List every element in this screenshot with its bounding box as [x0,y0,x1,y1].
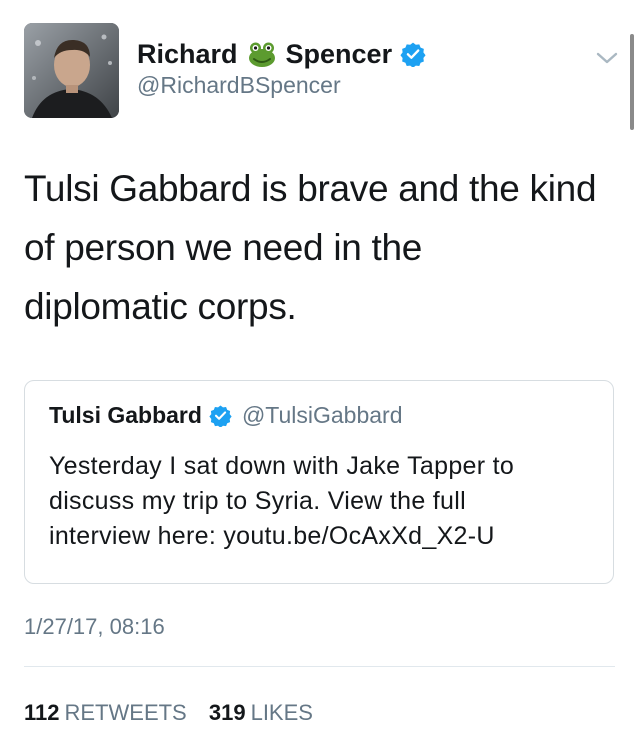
quoted-tweet-card[interactable]: Tulsi Gabbard @TulsiGabbard Yesterday I … [24,380,614,584]
quoted-tweet-header: Tulsi Gabbard @TulsiGabbard [49,402,403,429]
avatar[interactable] [24,23,119,118]
tweet-text-line: of person we need in the [24,227,423,268]
avatar-photo [24,23,119,118]
retweets-label: RETWEETS [64,700,187,725]
tweet-stats: 112 RETWEETS 319 LIKES [24,700,329,726]
quoted-text-line: Yesterday I sat down with Jake Tapper to [49,452,515,480]
scrollbar[interactable] [630,34,634,130]
frog-icon [247,39,277,69]
quoted-author-name: Tulsi Gabbard [49,402,202,428]
author-name-last: Spencer [285,38,393,69]
author-name[interactable]: Richard Spencer [137,36,426,72]
likes-stat[interactable]: 319 LIKES [209,700,329,725]
divider [24,666,615,667]
author-handle[interactable]: @RichardBSpencer [137,72,341,99]
chevron-down-icon[interactable] [595,50,619,66]
author-name-first: Richard [137,38,238,69]
quoted-text-line: discuss my trip to Syria. View the full [49,487,466,515]
quoted-author-handle: @TulsiGabbard [241,402,403,428]
tweet-text-line: Tulsi Gabbard is brave and the kind [24,168,597,209]
retweets-count: 112 [24,700,60,725]
tweet-detail-screen: Richard Spencer @RichardBSpencer Tulsi G… [0,0,639,741]
tweet-text: Tulsi Gabbard is brave and the kind of p… [24,159,624,336]
quoted-text-line: interview here: youtu.be/OcAxXd_X2-U [49,522,495,550]
verified-icon [209,404,232,428]
retweets-stat[interactable]: 112 RETWEETS [24,700,209,725]
tweet-timestamp: 1/27/17, 08:16 [24,614,165,639]
quoted-tweet-text: Yesterday I sat down with Jake Tapper to… [49,449,599,554]
likes-label: LIKES [250,700,313,725]
likes-count: 319 [208,700,246,725]
verified-icon [400,41,426,68]
tweet-text-line: diplomatic corps. [24,286,297,327]
